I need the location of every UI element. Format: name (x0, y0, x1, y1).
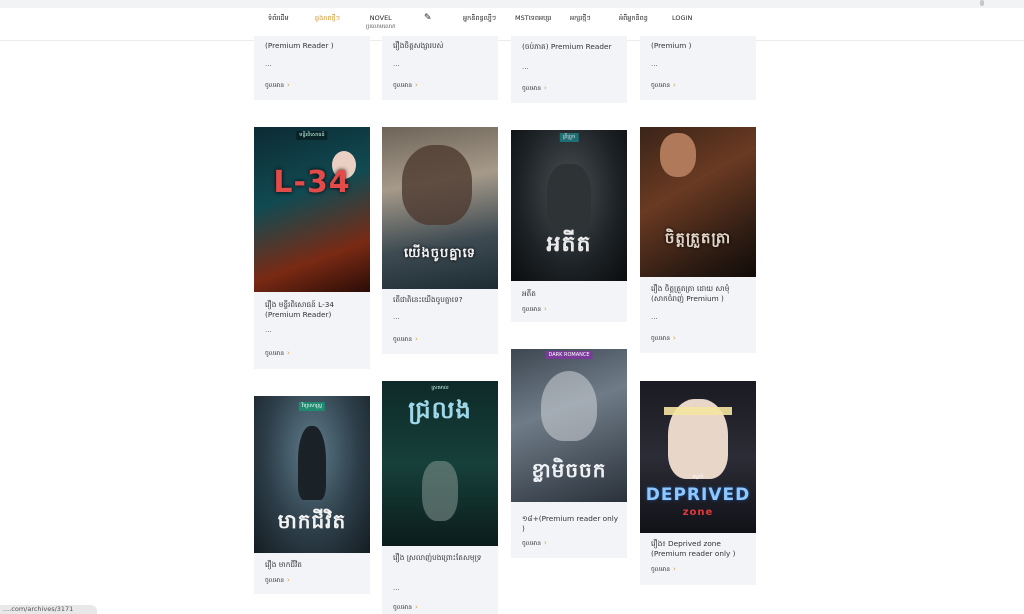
cover-tagline: វិទ្យាសាស្ត្រ (298, 402, 326, 411)
book-cover[interactable]: យើងចូបគ្នាទេ (382, 127, 498, 289)
book-title: រឿង មន្ទីរពិសោធន៍ L-34 (Premium Reader) (265, 300, 334, 319)
read-more-link[interactable]: ចូលអាន › (651, 81, 676, 90)
chevron-right-icon: › (544, 305, 547, 313)
cover-title: ខ្លាមិចចក (531, 458, 607, 482)
chevron-right-icon: › (673, 565, 676, 573)
cover-figure (298, 426, 326, 500)
book-card[interactable]: វិទ្យាសាស្ត្រ មាកជីវិត រឿង មាកជីវិត ចូលអ… (254, 396, 370, 594)
read-more-link[interactable]: ចូលអាន › (265, 81, 290, 90)
read-more-link[interactable]: ចូលអាន › (393, 603, 418, 612)
book-title: រឿង ស្រលាញ់បងព្រោះតែសមុទ្រ (393, 553, 482, 562)
book-title: រឿង មាកជីវិត (265, 560, 302, 569)
cover-tagline: មន្ទីរពិសោធន៍ (296, 131, 328, 140)
read-more-link[interactable]: ចូលអាន › (522, 305, 547, 314)
chevron-right-icon: › (415, 335, 418, 343)
chevron-right-icon: › (415, 603, 418, 611)
cover-figure (541, 371, 597, 441)
read-more-link[interactable]: ចូលអាន › (651, 334, 676, 343)
book-cover[interactable]: DARK ROMANCE ខ្លាមិចចក (511, 349, 627, 502)
excerpt: ... (522, 63, 529, 71)
cover-subtitle: zone (682, 507, 714, 518)
cover-tagline: ស្នេហ៍ (692, 474, 704, 480)
cover-figure (660, 133, 696, 177)
excerpt: ... (265, 60, 272, 68)
scrollbar-thumb[interactable] (980, 0, 984, 6)
book-cover[interactable]: ស្រមោល ជ្រលង (382, 381, 498, 546)
book-cover[interactable]: មន្ទីរពិសោធន៍ L-34 (254, 127, 370, 292)
book-card[interactable]: មន្ទីរពិសោធន៍ L-34 រឿង មន្ទីរពិសោធន៍ L-3… (254, 127, 370, 369)
cover-title: L-34 (273, 165, 351, 200)
book-title: (Premium ) (651, 41, 692, 50)
nav-item-novel[interactable]: NOVEL ប្រលោមលោក (366, 14, 396, 32)
cover-tagline: ស្រមោល (431, 385, 449, 391)
nav-item-pen-icon[interactable]: ✎ (424, 14, 432, 23)
cover-figure (547, 164, 591, 234)
book-card[interactable]: ស្រមោល ជ្រលង រឿង ស្រលាញ់បងព្រោះតែសមុទ្រ … (382, 381, 498, 614)
cover-title: មាកជីវិត (277, 509, 347, 533)
book-card[interactable]: (ចប់ភាគ) Premium Reader ... ចូលអាន › (511, 36, 627, 103)
book-title: រឿង៖ Deprived zone (Premium reader only … (651, 539, 736, 558)
chevron-right-icon: › (287, 576, 290, 584)
read-more-link[interactable]: ចូលអាន › (522, 84, 547, 93)
chevron-right-icon: › (673, 81, 676, 89)
chevron-right-icon: › (673, 334, 676, 342)
nav-item-mst[interactable]: MSTទេពអប្សរ (515, 14, 551, 23)
book-card[interactable]: (Premium Reader ) ... ចូលអាន › (254, 36, 370, 100)
nav-item-latest[interactable]: អក្សរថ្មីៗ (570, 14, 591, 23)
book-title: (ចប់ភាគ) Premium Reader (522, 42, 612, 51)
book-title: រឿងចិត្តសង្សារបស់ (393, 41, 444, 50)
book-title: រឿង ចិត្តត្រួតត្រា ដោយ សាមុំ (សាកចំរាញ់ … (651, 284, 730, 303)
book-title: តើជាតិនេះយើងចូបគ្នាទេ? (393, 295, 463, 304)
cover-title: ជ្រលង (408, 396, 472, 424)
read-more-link[interactable]: ចូលអាន › (651, 565, 676, 574)
nav-item-login[interactable]: LOGIN (672, 14, 692, 23)
chevron-right-icon: › (287, 349, 290, 357)
status-bar-url: ....com/archives/3171 (0, 605, 97, 614)
chevron-right-icon: › (544, 84, 547, 92)
book-card[interactable]: ចិត្តត្រួតត្រា រឿង ចិត្តត្រួតត្រា ដោយ សា… (640, 127, 756, 353)
excerpt: ... (651, 313, 658, 321)
book-title: ១៨+(Premium reader only ) (522, 514, 619, 533)
book-cover[interactable]: ស្នេហ៍ DEPRIVED zone (640, 381, 756, 533)
excerpt: ... (393, 60, 400, 68)
nav-item-home[interactable]: ទំព័រដើម (268, 14, 289, 23)
read-more-link[interactable]: ចូលអាន › (522, 539, 547, 548)
chevron-right-icon: › (415, 81, 418, 89)
book-cover[interactable]: ព្រឺព្រួច អតីត (511, 130, 627, 281)
cover-tagline: ព្រឺព្រួច (559, 133, 579, 142)
cover-tagline: DARK ROMANCE (545, 351, 593, 359)
read-more-link[interactable]: ចូលអាន › (393, 81, 418, 90)
cover-title: យើងចូបគ្នាទេ (403, 246, 476, 261)
cover-figure (422, 461, 458, 521)
nav-item-new-world[interactable]: ឆ្លងភពថ្មីៗ (315, 14, 340, 23)
cover-title: DEPRIVED (645, 485, 751, 505)
excerpt: ... (393, 313, 400, 321)
book-cover[interactable]: វិទ្យាសាស្ត្រ មាកជីវិត (254, 396, 370, 553)
excerpt: ... (393, 584, 400, 592)
book-title: អតីត (522, 289, 536, 298)
nav-item-about[interactable]: អំពីអ្នកនិពន្ធ (619, 14, 648, 23)
book-card[interactable]: ស្នេហ៍ DEPRIVED zone រឿង៖ Deprived zone … (640, 381, 756, 585)
excerpt: ... (651, 60, 658, 68)
book-cover[interactable]: ចិត្តត្រួតត្រា (640, 127, 756, 277)
read-more-link[interactable]: ចូលអាន › (265, 576, 290, 585)
book-title: (Premium Reader ) (265, 41, 334, 50)
nav-item-authors[interactable]: អ្នកនិពន្ធល្បីៗ (463, 14, 496, 23)
cover-light-band (664, 407, 732, 415)
read-more-link[interactable]: ចូលអាន › (393, 335, 418, 344)
cover-title: ចិត្តត្រួតត្រា (664, 229, 732, 247)
book-card[interactable]: (Premium ) ... ចូលអាន › (640, 36, 756, 100)
read-more-link[interactable]: ចូលអាន › (265, 349, 290, 358)
chevron-right-icon: › (287, 81, 290, 89)
cover-figure (402, 145, 472, 225)
chevron-right-icon: › (544, 539, 547, 547)
book-card[interactable]: យើងចូបគ្នាទេ តើជាតិនេះយើងចូបគ្នាទេ? ... … (382, 127, 498, 354)
book-card[interactable]: DARK ROMANCE ខ្លាមិចចក ១៨+(Premium reade… (511, 349, 627, 558)
book-card[interactable]: ព្រឺព្រួច អតីត អតីត ចូលអាន › (511, 130, 627, 322)
cover-title: អតីត (546, 232, 592, 257)
book-card[interactable]: រឿងចិត្តសង្សារបស់ ... ចូលអាន › (382, 36, 498, 100)
excerpt: ... (265, 326, 272, 334)
